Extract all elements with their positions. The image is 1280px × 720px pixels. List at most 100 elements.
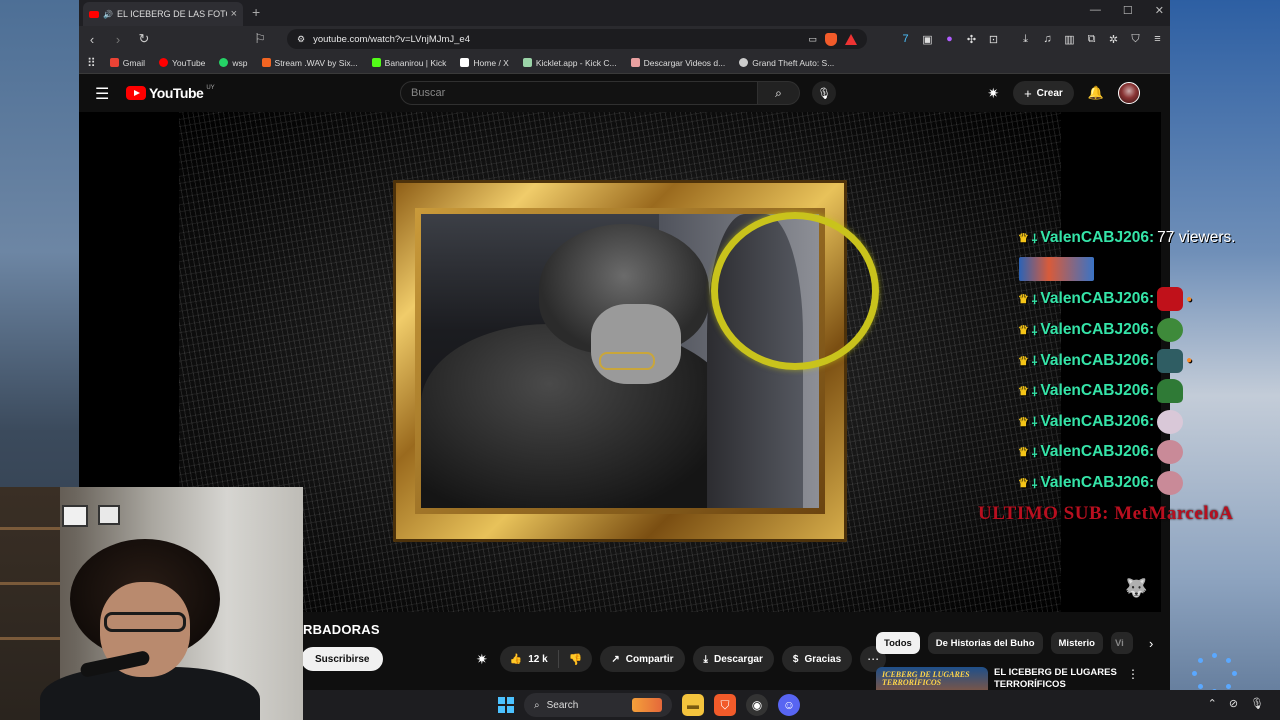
back-icon[interactable]: ‹ [85,32,99,47]
notifications-bell-icon[interactable]: 🔔 [1088,85,1104,101]
extension-gear-icon[interactable]: ✷ [476,651,488,668]
search-input[interactable] [400,81,758,105]
hamburger-menu-icon[interactable]: ☰ [95,84,109,104]
soundcloud-icon [261,58,271,67]
apps-grid-icon[interactable]: ⠿ [87,56,96,70]
bookmark-gta[interactable]: Grand Theft Auto: S... [739,58,834,68]
brave-rewards-icon[interactable] [845,33,857,45]
download-icon[interactable]: ⤓ [1019,33,1032,46]
emote-face-icon [1157,409,1184,434]
create-button[interactable]: + Crear [1013,81,1074,105]
search-button[interactable]: ⌕ [758,81,800,105]
emote-small-icon: ● [1186,355,1193,367]
highlight-circle [711,212,879,370]
download-button[interactable]: ⤓ Descargar [692,646,774,672]
like-button[interactable]: 👍 12 k [500,650,559,668]
close-window-button[interactable]: ✕ [1155,4,1164,17]
url-text[interactable]: youtube.com/watch?v=LVnjMJmJ_e4 [313,34,800,45]
extension-icon[interactable]: ▣ [921,33,934,46]
bookmark-kicklet[interactable]: Kicklet.app - Kick C... [522,58,617,68]
discord-icon[interactable]: ☺ [778,694,800,716]
url-bar[interactable]: ⚙ youtube.com/watch?v=LVnjMJmJ_e4 ▭ [287,29,867,49]
chip-misterio[interactable]: Misterio [1050,632,1103,654]
menu-icon[interactable]: ≡ [1151,33,1164,46]
brave-browser-icon[interactable]: ⛉ [714,694,736,716]
youtube-logo-text: YouTube [149,85,204,101]
reload-icon[interactable]: ↻ [137,31,151,47]
emote-pink-icon [1157,471,1184,496]
download-icon: ⤓ [703,653,708,665]
bookmark-wsp[interactable]: wsp [219,58,248,68]
bookmark-kick[interactable]: Bananirou | Kick [371,58,446,68]
site-settings-icon[interactable]: ⚙ [297,34,305,45]
taskbar-search[interactable]: ⌕ Search [524,693,672,717]
dislike-button[interactable]: 👎 [559,653,593,666]
wolf-watermark-icon: 🐺 [1125,578,1148,598]
puzzle-icon[interactable]: ✣ [965,33,978,46]
crown-icon: ♛ [1018,323,1029,338]
bookmark-stream-wav[interactable]: Stream .WAV by Six... [261,58,358,68]
minimize-button[interactable]: — [1090,4,1101,17]
sword-icon: ⸸ [1031,231,1038,246]
tab-close-button[interactable]: × [231,8,237,20]
sword-icon: ⸸ [1031,354,1038,369]
bookmark-youtube[interactable]: YouTube [159,58,205,68]
share-button[interactable]: ↗ Compartir [600,646,685,672]
bookmark-descargar[interactable]: Descargar Videos d... [630,58,725,68]
extension-gear-icon[interactable]: ✷ [987,85,999,102]
forward-icon[interactable]: › [111,32,125,47]
extension-purple-icon[interactable]: ● [943,33,956,46]
avatar[interactable] [1118,82,1140,104]
brave-shield-icon[interactable] [825,32,837,46]
emote-teal-icon [1157,348,1184,373]
translate-icon[interactable]: 7 [899,33,912,46]
bookmark-icon[interactable]: ⚐ [253,31,267,47]
bookmark-gmail[interactable]: Gmail [109,58,145,68]
chat-username: ValenCABJ206: [1040,321,1155,339]
windows-start-icon[interactable] [498,697,514,713]
emote-red-icon [1157,287,1184,312]
chat-message: ♛ ⸸ ValenCABJ206: [1018,468,1280,499]
search-highlight-icon [632,698,662,712]
chevron-right-icon[interactable]: › [1149,636,1153,651]
chat-text: 77 viewers. [1157,229,1236,247]
chip-historias-buho[interactable]: De Historias del Buho [927,632,1043,654]
chat-username: ValenCABJ206: [1040,474,1155,492]
chat-message: ♛ ⸸ ValenCABJ206: [1018,376,1280,407]
music-icon[interactable]: ♫ [1041,33,1054,46]
chat-username: ValenCABJ206: [1040,290,1155,308]
plus-icon: + [1024,85,1032,101]
screenshot-icon[interactable]: ⊡ [987,33,1000,46]
microphone-icon[interactable]: 🎙 [1250,697,1264,710]
vpn-icon[interactable]: ✲ [1107,33,1120,46]
emote-pink-icon [1157,440,1184,465]
emote-green-icon [1157,379,1184,404]
youtube-icon [159,58,168,67]
system-tray: ⌃ ⊘ 🎙 [1208,697,1264,710]
wallet-icon[interactable]: ⧉ [1085,33,1098,46]
youtube-logo[interactable]: YouTube UY [126,85,215,101]
shield-icon[interactable]: ⛉ [1129,33,1142,46]
whatsapp-icon [219,58,229,67]
file-explorer-icon[interactable]: ▬ [682,694,704,716]
sidebar-icon[interactable]: ▥ [1063,33,1076,46]
maximize-button[interactable]: ☐ [1123,4,1133,17]
bookmark-x[interactable]: Home / X [460,58,509,68]
sword-icon: ⸸ [1031,323,1038,338]
obs-icon[interactable]: ◉ [746,694,768,716]
chip-partial[interactable]: Vi [1110,632,1133,654]
speaker-icon[interactable]: 🔊 [103,10,113,19]
voice-search-button[interactable]: 🎙 [812,81,836,105]
thanks-button[interactable]: $ Gracias [781,646,853,672]
chip-todos[interactable]: Todos [876,632,920,654]
new-tab-button[interactable]: + [252,4,260,20]
tray-chevron-icon[interactable]: ⌃ [1208,697,1217,710]
crown-icon: ♛ [1018,445,1029,460]
cast-icon[interactable]: ▭ [808,34,817,45]
more-icon: ⋯ [867,652,880,666]
network-off-icon[interactable]: ⊘ [1229,697,1238,710]
tab-active[interactable]: 🔊 EL ICEBERG DE LAS FOTOS PE × [83,2,243,26]
subscribe-button[interactable]: Suscribirse [301,647,384,671]
crown-icon: ♛ [1018,384,1029,399]
thumbs-up-icon: 👍 [509,653,523,665]
